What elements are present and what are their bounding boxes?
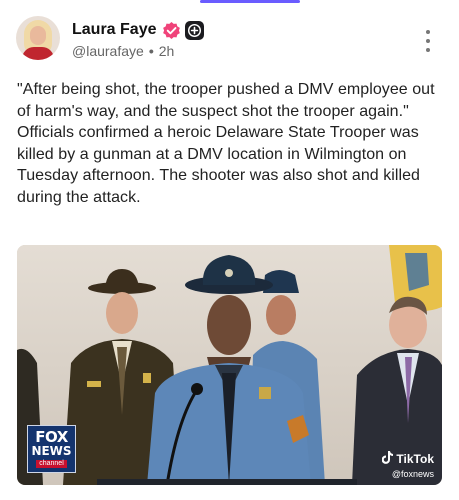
tiktok-watermark: TikTok @foxnews: [382, 451, 434, 479]
tiktok-label: TikTok: [396, 452, 434, 466]
fox-news-logo: FOX NEWS channel: [27, 425, 76, 473]
fox-logo-line3: channel: [36, 460, 67, 468]
avatar[interactable]: [16, 16, 60, 60]
user-info: Laura Faye @laurafaye • 2h: [72, 20, 205, 59]
more-vertical-icon: [426, 30, 430, 34]
plus-icon[interactable]: [185, 20, 205, 40]
post-header: Laura Faye @laurafaye • 2h: [16, 16, 443, 64]
name-row: Laura Faye: [72, 20, 205, 40]
tiktok-icon: [382, 451, 394, 467]
press-conference-photo: [17, 245, 442, 485]
fox-logo-line2: NEWS: [31, 444, 72, 458]
user-handle[interactable]: @laurafaye: [72, 43, 144, 59]
display-name[interactable]: Laura Faye: [72, 21, 156, 39]
post-quote-paragraph: "After being shot, the trooper pushed a …: [17, 81, 435, 120]
top-accent-bar: [200, 0, 300, 3]
post-body-paragraph: Officials confirmed a heroic Delaware St…: [17, 124, 420, 206]
tiktok-handle: @foxnews: [391, 469, 434, 479]
post-body: "After being shot, the trooper pushed a …: [17, 79, 445, 209]
more-options-button[interactable]: [421, 30, 435, 52]
verified-badge-icon: [162, 21, 181, 40]
post-timestamp: 2h: [158, 43, 175, 59]
fox-logo-line1: FOX: [35, 428, 68, 446]
separator-dot: •: [148, 43, 154, 59]
handle-row: @laurafaye • 2h: [72, 43, 204, 59]
post-media-image[interactable]: FOX NEWS channel TikTok @foxnews: [17, 245, 442, 485]
